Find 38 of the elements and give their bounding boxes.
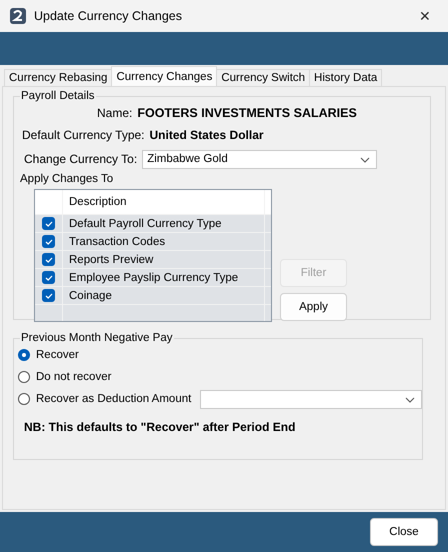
table-cell: Default Payroll Currency Type bbox=[62, 215, 265, 232]
checkbox[interactable] bbox=[42, 253, 55, 266]
radio-button[interactable] bbox=[18, 393, 30, 405]
checkbox[interactable] bbox=[42, 217, 55, 230]
default-currency-value: United States Dollar bbox=[150, 128, 264, 142]
table-cell: Employee Payslip Currency Type bbox=[62, 269, 265, 286]
chevron-down-icon bbox=[360, 156, 370, 162]
default-currency-label: Default Currency Type: bbox=[22, 128, 145, 142]
action-button[interactable]: Apply bbox=[280, 293, 347, 321]
checkbox[interactable] bbox=[42, 271, 55, 284]
change-currency-label: Change Currency To: bbox=[24, 152, 138, 166]
tab[interactable]: History Data bbox=[309, 69, 382, 86]
window-title: Update Currency Changes bbox=[34, 9, 183, 23]
chevron-down-icon bbox=[405, 396, 415, 402]
radio-button[interactable] bbox=[18, 371, 30, 383]
radio-label: Recover as Deduction Amount bbox=[36, 393, 192, 405]
radio-label: Recover bbox=[36, 349, 79, 361]
tab[interactable]: Currency Changes bbox=[111, 66, 218, 86]
app-icon bbox=[9, 7, 27, 25]
apply-changes-label: Apply Changes To bbox=[19, 173, 114, 187]
close-button[interactable]: Close bbox=[370, 518, 438, 546]
column-header: Description bbox=[62, 190, 265, 214]
checkbox[interactable] bbox=[42, 235, 55, 248]
payroll-name: FOOTERS INVESTMENTS SALARIES bbox=[137, 106, 357, 120]
table-cell: Transaction Codes bbox=[62, 233, 265, 250]
table-cell: Coinage bbox=[62, 287, 265, 304]
table-cell: Reports Preview bbox=[62, 251, 265, 268]
group-title: Payroll Details bbox=[20, 90, 96, 102]
radio-label: Do not recover bbox=[36, 371, 112, 383]
name-label: Name: bbox=[97, 106, 132, 120]
group-title: Previous Month Negative Pay bbox=[20, 332, 174, 344]
tab[interactable]: Currency Switch bbox=[216, 69, 310, 86]
currency-dropdown[interactable]: Zimbabwe Gold bbox=[142, 150, 378, 168]
note-text: NB: This defaults to "Recover" after Period End bbox=[24, 420, 296, 434]
checkbox[interactable] bbox=[42, 289, 55, 302]
close-button[interactable]: ✕ bbox=[402, 0, 448, 32]
tab[interactable]: Currency Rebasing bbox=[4, 69, 112, 86]
radio-button[interactable] bbox=[18, 349, 30, 361]
